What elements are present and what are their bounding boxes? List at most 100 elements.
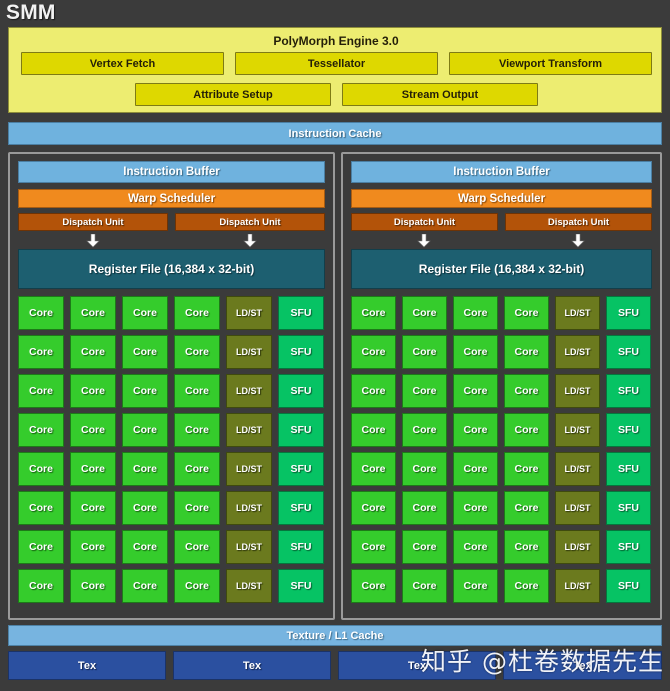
warp-scheduler-left[interactable]: Warp Scheduler: [18, 189, 325, 208]
core-unit[interactable]: Core: [453, 335, 498, 369]
core-unit[interactable]: Core: [453, 452, 498, 486]
ldst-unit[interactable]: LD/ST: [555, 452, 600, 486]
register-file-right[interactable]: Register File (16,384 x 32-bit): [351, 249, 652, 289]
polymorph-tessellator[interactable]: Tessellator: [235, 52, 438, 75]
core-unit[interactable]: Core: [351, 413, 396, 447]
core-unit[interactable]: Core: [402, 413, 447, 447]
dispatch-unit-left-1[interactable]: Dispatch Unit: [18, 213, 168, 231]
ldst-unit[interactable]: LD/ST: [226, 335, 272, 369]
core-unit[interactable]: Core: [122, 491, 168, 525]
instruction-cache[interactable]: Instruction Cache: [8, 122, 662, 145]
sfu-unit[interactable]: SFU: [278, 452, 324, 486]
tex-unit-1[interactable]: Tex: [8, 651, 166, 680]
instruction-buffer-right[interactable]: Instruction Buffer: [351, 161, 652, 183]
core-unit[interactable]: Core: [402, 452, 447, 486]
core-unit[interactable]: Core: [122, 335, 168, 369]
core-unit[interactable]: Core: [122, 374, 168, 408]
ldst-unit[interactable]: LD/ST: [555, 374, 600, 408]
core-unit[interactable]: Core: [504, 491, 549, 525]
dispatch-unit-right-1[interactable]: Dispatch Unit: [351, 213, 498, 231]
core-unit[interactable]: Core: [402, 374, 447, 408]
sfu-unit[interactable]: SFU: [606, 530, 651, 564]
sfu-unit[interactable]: SFU: [278, 374, 324, 408]
core-unit[interactable]: Core: [453, 530, 498, 564]
core-unit[interactable]: Core: [70, 296, 116, 330]
core-unit[interactable]: Core: [504, 569, 549, 603]
core-unit[interactable]: Core: [351, 335, 396, 369]
core-unit[interactable]: Core: [402, 335, 447, 369]
sfu-unit[interactable]: SFU: [606, 569, 651, 603]
core-unit[interactable]: Core: [453, 296, 498, 330]
core-unit[interactable]: Core: [70, 335, 116, 369]
sfu-unit[interactable]: SFU: [278, 335, 324, 369]
ldst-unit[interactable]: LD/ST: [555, 413, 600, 447]
core-unit[interactable]: Core: [174, 413, 220, 447]
core-unit[interactable]: Core: [351, 569, 396, 603]
core-unit[interactable]: Core: [351, 452, 396, 486]
polymorph-viewport-transform[interactable]: Viewport Transform: [449, 52, 652, 75]
core-unit[interactable]: Core: [174, 296, 220, 330]
register-file-left[interactable]: Register File (16,384 x 32-bit): [18, 249, 325, 289]
core-unit[interactable]: Core: [18, 296, 64, 330]
sfu-unit[interactable]: SFU: [278, 413, 324, 447]
core-unit[interactable]: Core: [18, 491, 64, 525]
core-unit[interactable]: Core: [402, 296, 447, 330]
ldst-unit[interactable]: LD/ST: [226, 530, 272, 564]
core-unit[interactable]: Core: [453, 413, 498, 447]
core-unit[interactable]: Core: [174, 452, 220, 486]
texture-l1-cache[interactable]: Texture / L1 Cache: [8, 625, 662, 646]
core-unit[interactable]: Core: [122, 530, 168, 564]
core-unit[interactable]: Core: [122, 413, 168, 447]
dispatch-unit-right-2[interactable]: Dispatch Unit: [505, 213, 652, 231]
core-unit[interactable]: Core: [174, 491, 220, 525]
core-unit[interactable]: Core: [504, 374, 549, 408]
ldst-unit[interactable]: LD/ST: [226, 296, 272, 330]
sfu-unit[interactable]: SFU: [278, 530, 324, 564]
polymorph-vertex-fetch[interactable]: Vertex Fetch: [21, 52, 224, 75]
sfu-unit[interactable]: SFU: [606, 413, 651, 447]
core-unit[interactable]: Core: [402, 491, 447, 525]
sfu-unit[interactable]: SFU: [606, 335, 651, 369]
core-unit[interactable]: Core: [174, 530, 220, 564]
ldst-unit[interactable]: LD/ST: [226, 374, 272, 408]
ldst-unit[interactable]: LD/ST: [226, 491, 272, 525]
core-unit[interactable]: Core: [122, 452, 168, 486]
polymorph-stream-output[interactable]: Stream Output: [342, 83, 538, 106]
core-unit[interactable]: Core: [70, 413, 116, 447]
sfu-unit[interactable]: SFU: [278, 296, 324, 330]
core-unit[interactable]: Core: [70, 491, 116, 525]
core-unit[interactable]: Core: [351, 530, 396, 564]
ldst-unit[interactable]: LD/ST: [555, 569, 600, 603]
core-unit[interactable]: Core: [504, 335, 549, 369]
sfu-unit[interactable]: SFU: [606, 491, 651, 525]
core-unit[interactable]: Core: [18, 374, 64, 408]
core-unit[interactable]: Core: [174, 374, 220, 408]
ldst-unit[interactable]: LD/ST: [555, 530, 600, 564]
core-unit[interactable]: Core: [504, 452, 549, 486]
instruction-buffer-left[interactable]: Instruction Buffer: [18, 161, 325, 183]
tex-unit-4[interactable]: Tex: [503, 651, 662, 680]
core-unit[interactable]: Core: [351, 296, 396, 330]
core-unit[interactable]: Core: [18, 452, 64, 486]
core-unit[interactable]: Core: [453, 374, 498, 408]
core-unit[interactable]: Core: [174, 569, 220, 603]
core-unit[interactable]: Core: [70, 530, 116, 564]
polymorph-attribute-setup[interactable]: Attribute Setup: [135, 83, 331, 106]
core-unit[interactable]: Core: [70, 569, 116, 603]
ldst-unit[interactable]: LD/ST: [226, 452, 272, 486]
core-unit[interactable]: Core: [122, 296, 168, 330]
sfu-unit[interactable]: SFU: [606, 296, 651, 330]
sfu-unit[interactable]: SFU: [606, 374, 651, 408]
sfu-unit[interactable]: SFU: [278, 569, 324, 603]
sfu-unit[interactable]: SFU: [606, 452, 651, 486]
core-unit[interactable]: Core: [70, 374, 116, 408]
ldst-unit[interactable]: LD/ST: [555, 491, 600, 525]
ldst-unit[interactable]: LD/ST: [226, 569, 272, 603]
tex-unit-3[interactable]: Tex: [338, 651, 496, 680]
core-unit[interactable]: Core: [70, 452, 116, 486]
ldst-unit[interactable]: LD/ST: [226, 413, 272, 447]
core-unit[interactable]: Core: [174, 335, 220, 369]
core-unit[interactable]: Core: [18, 335, 64, 369]
core-unit[interactable]: Core: [351, 491, 396, 525]
core-unit[interactable]: Core: [453, 569, 498, 603]
